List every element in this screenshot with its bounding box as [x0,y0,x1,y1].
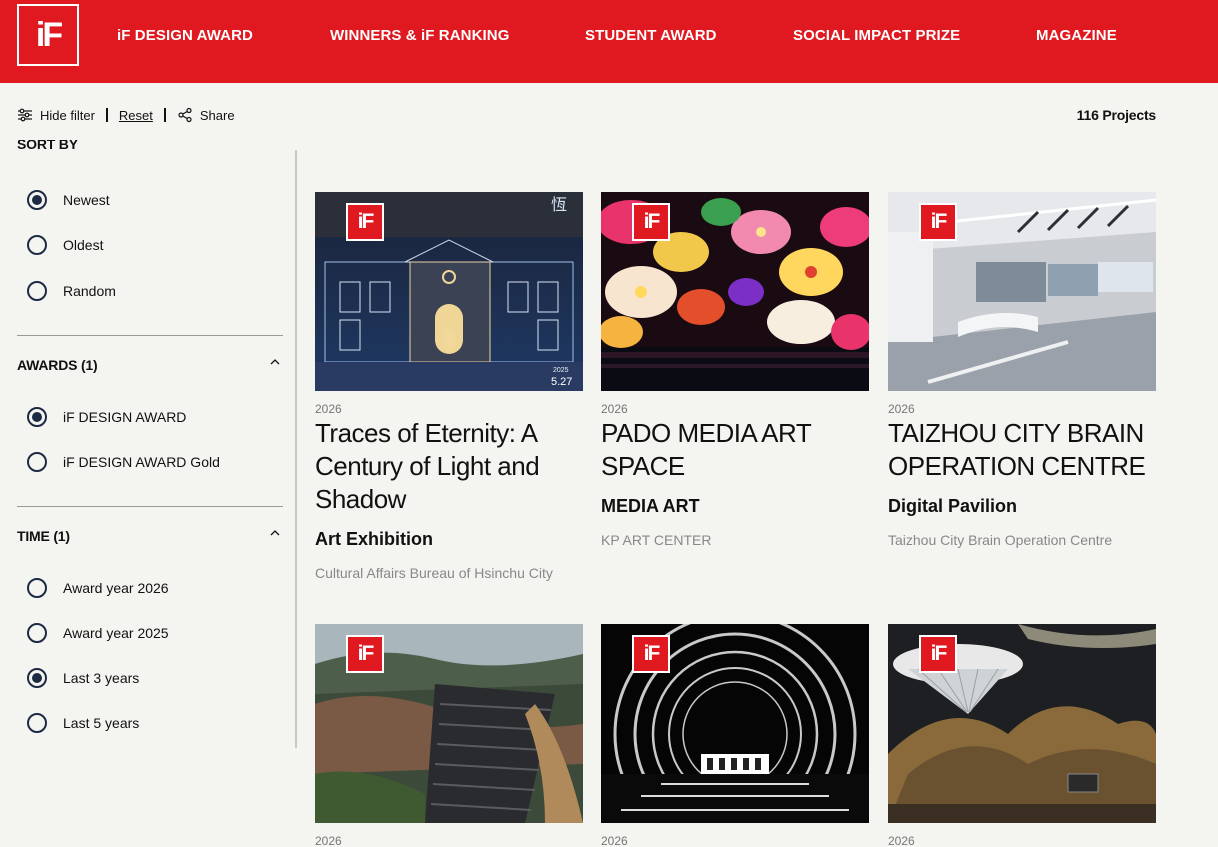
hide-filter-button[interactable]: Hide filter [17,107,95,123]
if-award-badge: iF [919,203,957,241]
card-category: Digital Pavilion [888,496,1018,516]
image-caption-char: 恆 [551,195,567,214]
card-year: 2026 [888,834,915,847]
if-logo-text: iF [35,15,63,54]
time-option-label: Last 3 years [63,670,140,686]
project-image[interactable]: 恆 2025 5.27 iF [315,192,583,391]
card-client: Taizhou City Brain Operation Centre [888,532,1113,548]
award-option-if-design-award-gold[interactable]: iF DESIGN AWARD Gold [27,452,220,472]
sort-option-random[interactable]: Random [27,281,116,301]
time-option-last-3-years[interactable]: Last 3 years [27,668,139,688]
share-button[interactable]: Share [177,107,235,123]
sliders-icon [18,108,32,122]
awards-section-title[interactable]: AWARDS (1) [17,357,98,373]
radio-unchecked[interactable] [27,713,47,733]
badge-text: iF [643,642,661,665]
toolbar-separator [105,108,108,122]
card-year: 2026 [315,402,342,416]
badge-text: iF [357,642,375,665]
radio-checked[interactable] [27,668,47,688]
if-award-badge: iF [632,203,670,241]
if-award-badge: iF [346,203,384,241]
section-divider [17,506,283,507]
time-option-label: Award year 2026 [63,580,169,596]
sort-option-oldest[interactable]: Oldest [27,235,103,255]
radio-unchecked[interactable] [27,578,47,598]
project-image[interactable]: iF [888,192,1156,391]
card-client: Cultural Affairs Bureau of Hsinchu City [315,565,553,581]
card-category: Art Exhibition [315,529,433,549]
card-year: 2026 [888,402,915,416]
sort-option-label: Oldest [63,237,104,253]
card-category: MEDIA ART [601,496,700,516]
filter-sidebar: SORT BY Newest Oldest Random AWARDS (1) … [0,140,298,748]
nav-student-award[interactable]: STUDENT AWARD [585,27,717,44]
project-image[interactable]: iF [601,192,869,391]
time-option-last-5-years[interactable]: Last 5 years [27,713,139,733]
card-title[interactable]: TAIZHOU CITY BRAIN OPERATION CENTRE [888,417,1156,483]
time-option-label: Award year 2025 [63,625,169,641]
image-caption-year: 2025 [553,367,569,374]
badge-text: iF [930,210,948,233]
share-icon [178,107,192,123]
card-year: 2026 [601,834,628,847]
sort-option-newest[interactable]: Newest [27,190,110,210]
sort-option-label: Newest [63,192,110,208]
project-card[interactable]: iF [315,624,583,823]
filter-toolbar: Hide filter Reset Share [17,106,235,124]
sort-by-title: SORT BY [17,140,78,152]
top-navigation-bar: iF iF DESIGN AWARD WINNERS & iF RANKING … [0,0,1218,83]
time-option-2026[interactable]: Award year 2026 [27,578,169,598]
project-card[interactable]: iF [601,624,869,823]
award-option-if-design-award[interactable]: iF DESIGN AWARD [27,407,186,427]
card-title[interactable]: Traces of Eternity: A Century of Light a… [315,417,575,516]
chevron-up-icon[interactable] [270,528,280,538]
project-card[interactable]: iF [888,192,1156,391]
if-award-badge: iF [919,635,957,673]
project-card[interactable]: iF [601,192,869,391]
radio-checked[interactable] [27,190,47,210]
nav-if-design-award[interactable]: iF DESIGN AWARD [117,27,253,44]
card-year: 2026 [601,402,628,416]
award-option-label: iF DESIGN AWARD Gold [63,454,220,470]
badge-text: iF [357,210,375,233]
sidebar-scrollbar[interactable] [295,150,297,748]
project-card[interactable]: iF [888,624,1156,823]
nav-magazine[interactable]: MAGAZINE [1036,27,1117,44]
radio-unchecked[interactable] [27,452,47,472]
card-title[interactable]: PADO MEDIA ART SPACE [601,417,869,483]
time-option-label: Last 5 years [63,715,140,731]
time-option-2025[interactable]: Award year 2025 [27,623,169,643]
card-client: KP ART CENTER [601,532,712,548]
if-award-badge: iF [346,635,384,673]
project-image[interactable]: iF [315,624,583,823]
radio-unchecked[interactable] [27,235,47,255]
chevron-up-icon[interactable] [270,357,280,367]
if-award-badge: iF [632,635,670,673]
badge-text: iF [930,642,948,665]
time-section-title[interactable]: TIME (1) [17,528,70,544]
nav-winners-ranking[interactable]: WINNERS & iF RANKING [330,27,510,44]
projects-count: 116 Projects [1076,107,1157,123]
section-divider [17,335,283,336]
if-logo[interactable]: iF [17,4,79,66]
card-year: 2026 [315,834,342,847]
badge-text: iF [643,210,661,233]
project-image[interactable]: iF [888,624,1156,823]
radio-unchecked[interactable] [27,281,47,301]
image-caption-date: 5.27 [551,376,572,388]
sort-option-label: Random [63,283,116,299]
share-label: Share [199,107,235,123]
award-option-label: iF DESIGN AWARD [63,409,187,425]
radio-unchecked[interactable] [27,623,47,643]
project-card[interactable]: 恆 2025 5.27 iF [315,192,583,391]
reset-link[interactable]: Reset [119,108,153,123]
radio-checked[interactable] [27,407,47,427]
project-image[interactable]: iF [601,624,869,823]
nav-social-impact-prize[interactable]: SOCIAL IMPACT PRIZE [793,27,960,44]
hide-filter-label: Hide filter [40,107,95,123]
toolbar-separator [163,108,166,122]
